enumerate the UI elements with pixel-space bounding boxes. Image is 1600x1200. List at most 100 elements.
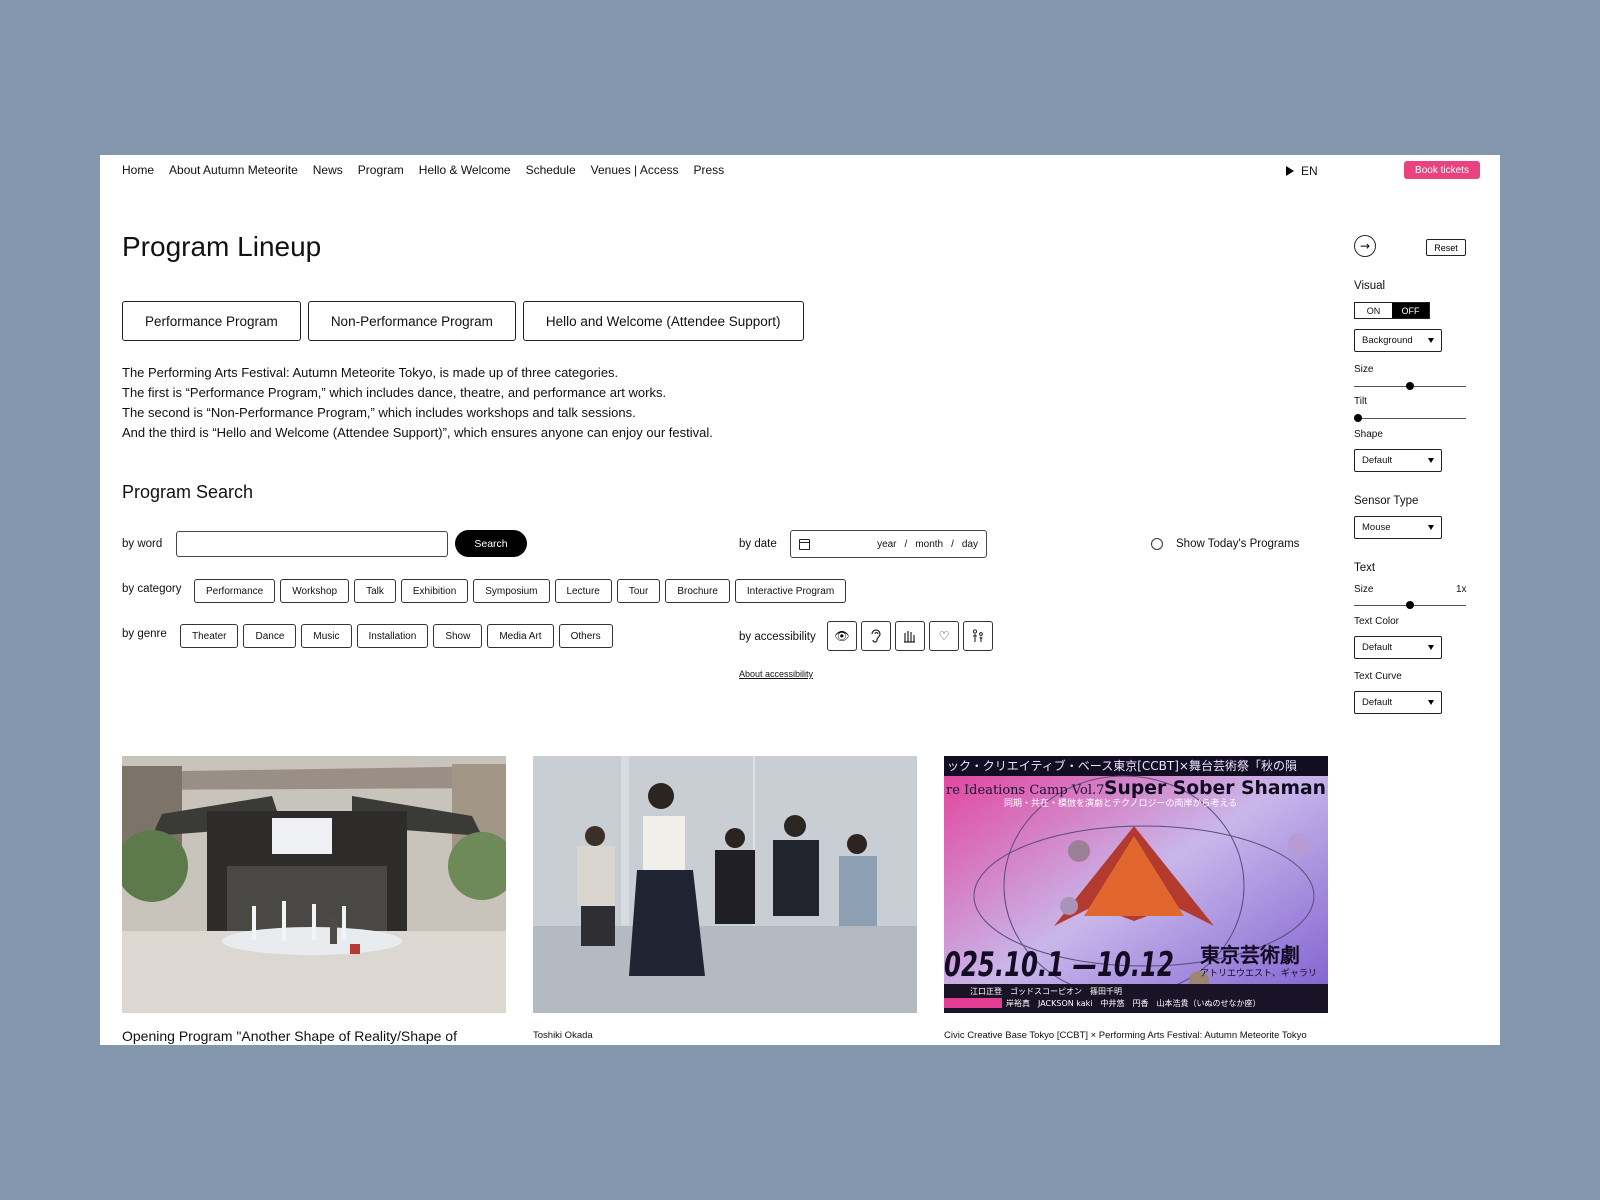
background-select-value: Background (1362, 335, 1413, 346)
show-today-radio[interactable] (1151, 538, 1163, 550)
poster-subline: 同期・共在・模倣を演劇とテクノロジーの両岸から考える (1004, 797, 1237, 809)
size-slider[interactable] (1354, 382, 1466, 390)
search-input[interactable] (176, 531, 448, 557)
slider-handle[interactable] (1354, 414, 1362, 422)
date-separator: / (904, 538, 908, 550)
category-chip[interactable]: Exhibition (400, 579, 469, 603)
nav-about[interactable]: About Autumn Meteorite (169, 163, 298, 177)
family-icon[interactable] (963, 621, 993, 651)
text-curve-label: Text Curve (1354, 671, 1402, 682)
poster-camp-line: re Ideations Camp Vol.7 (946, 783, 1104, 798)
genre-chip[interactable]: Others (558, 624, 613, 648)
card-caption[interactable]: Civic Creative Base Tokyo [CCBT] × Perfo… (944, 1030, 1307, 1041)
chevron-down-icon (1428, 338, 1434, 343)
nav-venues[interactable]: Venues | Access (591, 163, 679, 177)
chevron-down-icon (1428, 458, 1434, 463)
page-title: Program Lineup (122, 231, 322, 262)
poster-headline: Super Sober Shaman (1104, 777, 1326, 799)
poster-venue-sub: アトリエウエスト、ギャラリ (1200, 968, 1317, 979)
visual-toggle[interactable]: ON OFF (1354, 302, 1430, 319)
sign-language-icon[interactable] (895, 621, 925, 651)
text-size-value: 1x (1456, 584, 1467, 595)
poster-names-2: 岸裕真 JACKSON kaki 中井悠 円香 山本浩貴（いぬのせなか座） (1006, 998, 1261, 1008)
tilt-slider[interactable] (1354, 414, 1466, 422)
text-size-slider[interactable] (1354, 601, 1466, 609)
category-chip[interactable]: Lecture (554, 579, 612, 603)
category-chip[interactable]: Workshop (280, 579, 350, 603)
nav-news[interactable]: News (313, 163, 343, 177)
tab-hello-welcome[interactable]: Hello and Welcome (Attendee Support) (522, 301, 804, 341)
card-caption[interactable]: Toshiki Okada (533, 1030, 593, 1041)
genre-chip[interactable]: Show (433, 624, 483, 648)
date-day: day (961, 538, 978, 550)
text-curve-value: Default (1362, 697, 1393, 708)
sensor-type-label: Sensor Type (1354, 495, 1419, 507)
nav-home[interactable]: Home (122, 163, 154, 177)
tilt-label: Tilt (1354, 396, 1367, 407)
eye-icon[interactable]: 👁 (827, 621, 857, 651)
chevron-down-icon (1428, 645, 1434, 650)
chevron-down-icon (1428, 700, 1434, 705)
show-today-label[interactable]: Show Today's Programs (1176, 538, 1299, 550)
category-tabs: Performance Program Non-Performance Prog… (122, 301, 804, 341)
search-title: Program Search (122, 482, 254, 502)
date-year: year (877, 538, 897, 550)
genre-chip[interactable]: Dance (243, 624, 297, 648)
slider-handle[interactable] (1406, 382, 1414, 390)
language-switch[interactable]: EN (1286, 164, 1318, 178)
genre-chip[interactable]: Installation (356, 624, 429, 648)
card-image-opening-program[interactable] (122, 756, 506, 1013)
genre-chips: Theater Dance Music Installation Show Me… (180, 624, 613, 648)
tab-non-performance-program[interactable]: Non-Performance Program (307, 301, 516, 341)
genre-chip[interactable]: Music (301, 624, 352, 648)
intro-line: And the third is “Hello and Welcome (Att… (122, 425, 713, 440)
shape-select-value: Default (1362, 455, 1393, 466)
by-word-label: by word (122, 538, 163, 550)
slider-handle[interactable] (1406, 601, 1414, 609)
calendar-icon (799, 538, 810, 550)
by-accessibility-label: by accessibility (739, 631, 816, 643)
nav-program[interactable]: Program (358, 163, 404, 177)
card-image-toshiki-okada[interactable] (533, 756, 917, 1013)
text-curve-select[interactable]: Default (1354, 691, 1442, 714)
card-image-super-sober-shaman[interactable]: ック・クリエイティブ・ベース東京[CCBT]×舞台芸術祭「秋の隕 re Idea… (944, 756, 1328, 1013)
arrow-right-icon[interactable]: → (1354, 235, 1376, 257)
about-accessibility-link[interactable]: About accessibility (739, 669, 813, 679)
play-icon (1286, 166, 1294, 176)
nav-press[interactable]: Press (694, 163, 725, 177)
category-chip[interactable]: Performance (194, 579, 276, 603)
category-chip[interactable]: Interactive Program (734, 579, 847, 603)
category-chip[interactable]: Symposium (473, 579, 550, 603)
poster-names-1: 江口正登 ゴッドスコーピオン 篠田千明 (970, 986, 1122, 996)
category-chip[interactable]: Brochure (665, 579, 730, 603)
card-caption[interactable]: Opening Program "Another Shape of Realit… (122, 1028, 457, 1044)
main-nav: Home About Autumn Meteorite News Program… (122, 163, 724, 177)
date-month: month (915, 538, 944, 550)
text-size-label: Size (1354, 584, 1374, 595)
genre-chip[interactable]: Media Art (487, 624, 554, 648)
background-select[interactable]: Background (1354, 329, 1442, 352)
genre-chip[interactable]: Theater (180, 624, 239, 648)
category-chip[interactable]: Talk (354, 579, 396, 603)
poster-dates: 025.10.1 —10.12 (944, 945, 1174, 985)
nav-hello-welcome[interactable]: Hello & Welcome (419, 163, 511, 177)
text-color-label: Text Color (1354, 616, 1400, 627)
shape-select[interactable]: Default (1354, 449, 1442, 472)
date-input[interactable]: year / month / day (790, 530, 987, 558)
poster-venue: 東京芸術劇 (1200, 943, 1300, 967)
toggle-on[interactable]: ON (1355, 303, 1392, 318)
sensor-type-select[interactable]: Mouse (1354, 516, 1442, 539)
text-color-select[interactable]: Default (1354, 636, 1442, 659)
category-chip[interactable]: Tour (616, 579, 661, 603)
text-label: Text (1354, 562, 1376, 574)
shape-label: Shape (1354, 429, 1383, 440)
tab-performance-program[interactable]: Performance Program (122, 301, 301, 341)
search-button[interactable]: Search (455, 530, 527, 557)
nav-schedule[interactable]: Schedule (526, 163, 576, 177)
intro-text: The Performing Arts Festival: Autumn Met… (122, 363, 713, 443)
reset-button[interactable]: Reset (1426, 239, 1466, 256)
ear-icon[interactable] (861, 621, 891, 651)
toggle-off[interactable]: OFF (1392, 303, 1429, 318)
heart-icon[interactable]: ♡ (929, 621, 959, 651)
sensor-type-value: Mouse (1362, 522, 1391, 533)
